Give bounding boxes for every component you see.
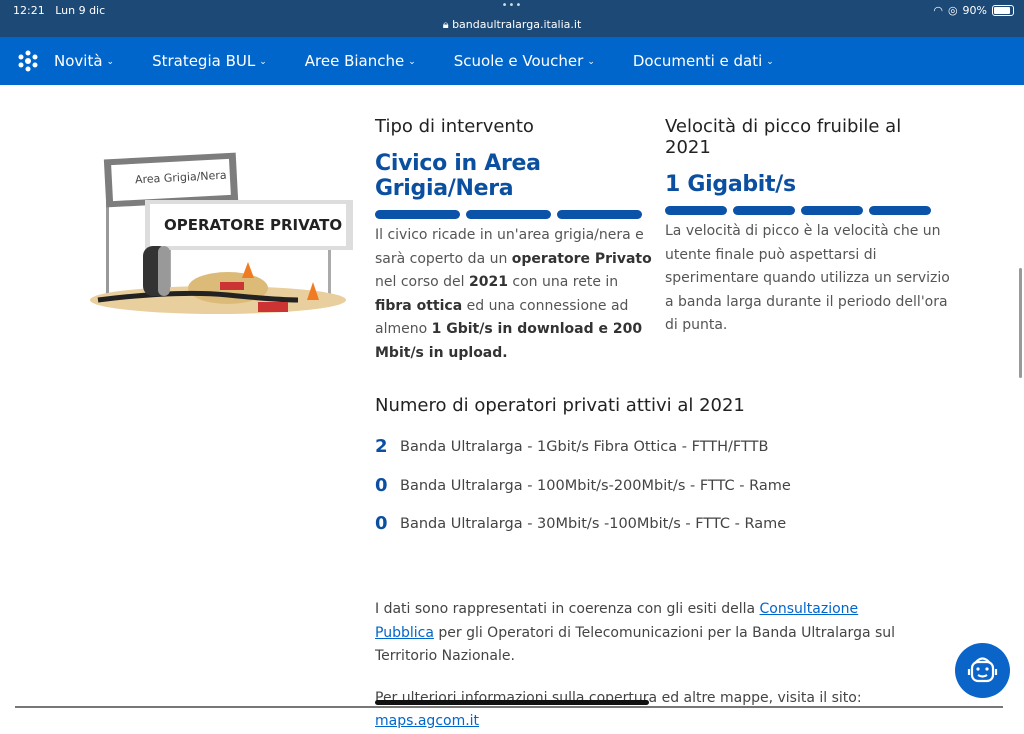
wifi-icon: ◠ xyxy=(933,4,943,17)
nav-strategia-bul[interactable]: Strategia BUL ⌄ xyxy=(152,52,267,70)
footer-note: I dati sono rappresentati in coerenza co… xyxy=(375,601,896,729)
chevron-down-icon: ⌄ xyxy=(408,57,416,67)
operatori-row: 0 Banda Ultralarga - 30Mbit/s -100Mbit/s … xyxy=(375,513,787,534)
operatori-section: Numero di operatori privati attivi al 20… xyxy=(375,395,975,534)
site-logo-icon[interactable] xyxy=(17,50,39,72)
robot-icon xyxy=(967,657,998,683)
maps-agcom-link[interactable]: maps.agcom.it xyxy=(375,713,479,729)
lock-icon: 🔒︎ xyxy=(442,18,449,31)
velocita-section: Velocità di picco fruibile al 2021 1 Gig… xyxy=(665,116,950,338)
battery-percent: 90% xyxy=(962,4,987,17)
tipo-intervento-section: Tipo di intervento Civico in Area Grigia… xyxy=(375,116,655,365)
status-time: 12:21 Lun 9 dic xyxy=(13,4,106,17)
sign-big-text: OPERATORE PRIVATO xyxy=(164,216,343,234)
nav-novita[interactable]: Novità ⌄ xyxy=(54,52,114,70)
address-bar[interactable]: 🔒︎ bandaultralarga.italia.it xyxy=(443,18,582,32)
velocita-progress-bars xyxy=(665,206,950,215)
tipo-progress-bars xyxy=(375,210,655,219)
operatori-title: Numero di operatori privati attivi al 20… xyxy=(375,395,745,416)
velocita-value: 1 Gigabit/s xyxy=(665,172,796,197)
scrollbar[interactable] xyxy=(1019,268,1022,378)
chevron-down-icon: ⌄ xyxy=(587,57,595,67)
operatori-row: 0 Banda Ultralarga - 100Mbit/s-200Mbit/s … xyxy=(375,475,791,496)
battery-icon xyxy=(992,5,1014,16)
tipo-intervento-text: Il civico ricade in un'area grigia/nera … xyxy=(375,227,652,361)
chevron-down-icon: ⌄ xyxy=(766,57,774,67)
divider xyxy=(15,706,1003,708)
more-dots-icon[interactable]: ••• xyxy=(502,0,523,11)
nav-aree-bianche[interactable]: Aree Bianche ⌄ xyxy=(305,52,416,70)
velocita-text: La velocità di picco è la velocità che u… xyxy=(665,223,950,333)
tipo-intervento-title: Tipo di intervento xyxy=(375,116,534,137)
nav-documenti-dati[interactable]: Documenti e dati ⌄ xyxy=(633,52,774,70)
chevron-down-icon: ⌄ xyxy=(259,57,267,67)
operatore-privato-illustration: Area Grigia/Nera OPERATORE PRIVATO xyxy=(88,150,353,335)
nav-scuole-voucher[interactable]: Scuole e Voucher ⌄ xyxy=(454,52,595,70)
tipo-intervento-value: Civico in Area Grigia/Nera xyxy=(375,151,541,201)
chevron-down-icon: ⌄ xyxy=(106,57,115,67)
operatori-row: 2 Banda Ultralarga - 1Gbit/s Fibra Ottica… xyxy=(375,436,769,457)
rotation-lock-icon: ◎ xyxy=(947,4,958,17)
chatbot-button[interactable] xyxy=(955,643,1010,698)
main-nav: Novità ⌄ Strategia BUL ⌄ Aree Bianche ⌄ Scu… xyxy=(0,37,1024,85)
status-bar: 12:21 Lun 9 dic ••• 🔒︎ bandaultralarga.i… xyxy=(0,0,1024,37)
velocita-title: Velocità di picco fruibile al 2021 xyxy=(665,116,902,158)
home-indicator[interactable] xyxy=(375,700,649,705)
